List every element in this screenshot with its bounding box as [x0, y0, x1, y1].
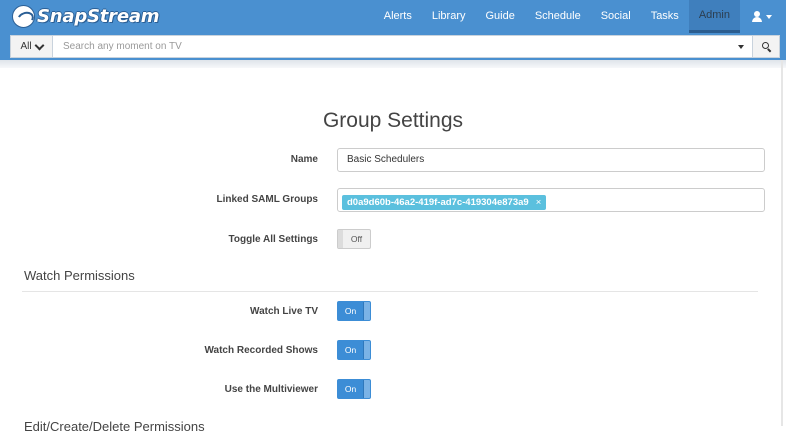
saml-group-tag: d0a9d60b-46a2-419f-ad7c-419304e873a9 × [342, 195, 547, 210]
search-bar: All [0, 33, 786, 60]
toggle-state: Off [350, 234, 363, 244]
toggle-knob [363, 341, 370, 359]
section-title-watch: Watch Permissions [24, 268, 135, 283]
user-icon [752, 11, 762, 22]
saml-groups-field[interactable]: d0a9d60b-46a2-419f-ad7c-419304e873a9 × [337, 188, 765, 212]
top-navbar: SnapStream Alerts Library Guide Schedule… [0, 0, 786, 33]
search-button[interactable] [752, 36, 779, 57]
toggle-all-switch[interactable]: Off [337, 229, 371, 249]
watch-live-tv-switch[interactable]: On [337, 301, 371, 321]
name-label: Name [290, 154, 318, 165]
use-multiviewer-switch[interactable]: On [337, 379, 371, 399]
logo-text: SnapStream [37, 6, 160, 27]
user-menu-button[interactable] [740, 0, 786, 33]
toggle-all-label: Toggle All Settings [228, 234, 318, 245]
snapstream-logo-icon [12, 5, 35, 28]
name-row: Name Basic Schedulers [0, 148, 786, 172]
search-options-dropdown[interactable] [730, 36, 752, 57]
search-box: All [10, 35, 780, 58]
nav-item-tasks[interactable]: Tasks [641, 0, 689, 33]
toggle-all-row: Toggle All Settings Off [0, 229, 786, 253]
section-divider [22, 291, 758, 292]
nav-item-library[interactable]: Library [422, 0, 476, 33]
section-title-edit: Edit/Create/Delete Permissions [24, 419, 205, 434]
toggle-state: On [344, 384, 357, 394]
chevron-down-icon [34, 40, 45, 50]
setting-label: Watch Recorded Shows [204, 345, 318, 356]
setting-row: Use the Multiviewer On [0, 379, 786, 403]
toggle-knob [363, 380, 370, 398]
caret-down-icon [738, 44, 744, 49]
toggle-state: On [344, 306, 357, 316]
nav-item-alerts[interactable]: Alerts [374, 0, 422, 33]
search-icon [761, 42, 771, 51]
toggle-knob [363, 302, 370, 320]
nav-item-schedule[interactable]: Schedule [525, 0, 591, 33]
header-shadow [0, 60, 786, 68]
caret-down-icon [766, 14, 772, 19]
nav-item-guide[interactable]: Guide [475, 0, 524, 33]
setting-label: Watch Live TV [250, 306, 318, 317]
saml-groups-label: Linked SAML Groups [216, 194, 319, 205]
setting-row: Watch Live TV On [0, 301, 786, 325]
watch-recorded-shows-switch[interactable]: On [337, 340, 371, 360]
setting-label: Use the Multiviewer [224, 384, 318, 395]
search-input[interactable] [53, 36, 730, 57]
search-scope-label: All [20, 41, 32, 52]
page-title: Group Settings [322, 109, 464, 132]
search-scope-dropdown[interactable]: All [11, 36, 53, 57]
tag-remove-button[interactable]: × [536, 197, 542, 208]
nav-item-admin[interactable]: Admin [688, 0, 740, 33]
nav-item-social[interactable]: Social [591, 0, 641, 33]
name-field[interactable]: Basic Schedulers [337, 148, 765, 172]
nav-menu: Alerts Library Guide Schedule Social Tas… [374, 0, 786, 33]
snapstream-logo[interactable]: SnapStream [12, 4, 160, 29]
setting-row: Watch Recorded Shows On [0, 340, 786, 364]
saml-group-tag-text: d0a9d60b-46a2-419f-ad7c-419304e873a9 [347, 197, 529, 208]
saml-groups-row: Linked SAML Groups d0a9d60b-46a2-419f-ad… [0, 188, 786, 212]
toggle-state: On [344, 345, 357, 355]
